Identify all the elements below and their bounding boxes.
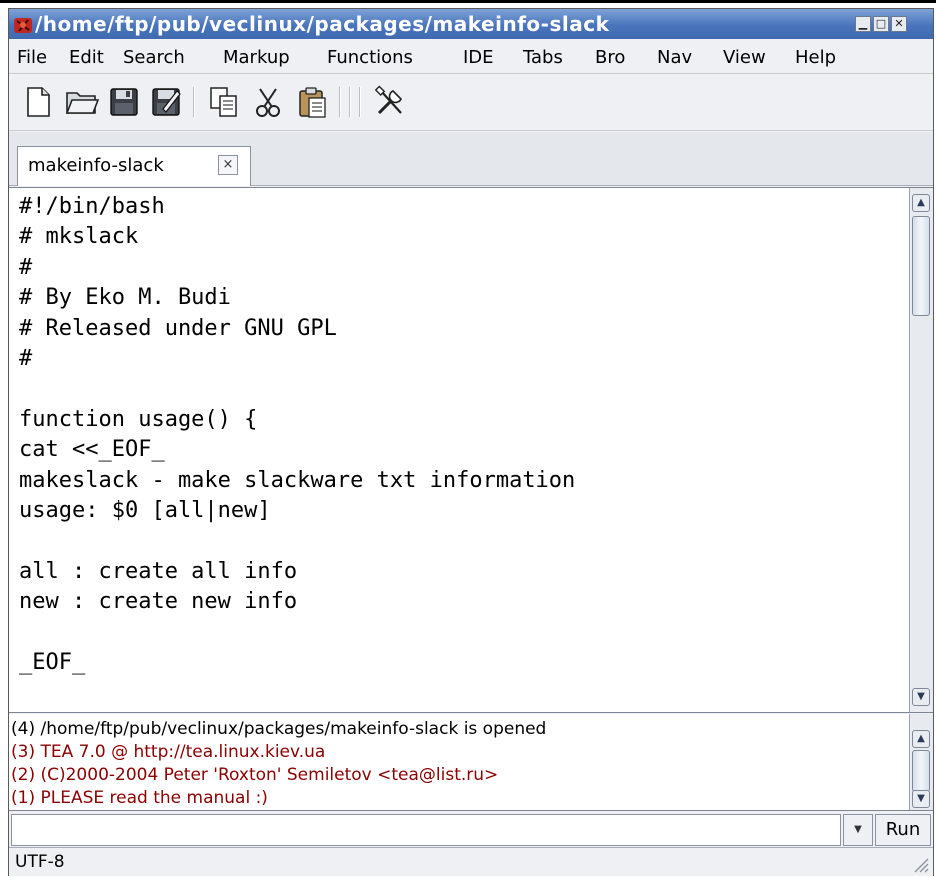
editor-scroll-thumb[interactable]	[912, 216, 930, 316]
resize-grip-icon[interactable]	[911, 855, 929, 873]
log-scroll-up-button[interactable]: ▲	[912, 730, 930, 748]
code-line: cat <<_EOF_	[19, 437, 165, 463]
code-editor[interactable]: #!/bin/bash # mkslack # # By Eko M. Budi…	[9, 187, 933, 713]
editor-scrollbar[interactable]: ▲ ▼	[909, 188, 933, 712]
code-line: # Released under GNU GPL	[19, 315, 337, 341]
code-line: function usage() {	[19, 406, 258, 432]
menu-markup[interactable]: Markup	[223, 47, 290, 68]
menu-edit[interactable]: Edit	[69, 47, 104, 68]
editor-text[interactable]: #!/bin/bash # mkslack # # By Eko M. Budi…	[19, 192, 899, 710]
copy-icon[interactable]	[207, 85, 241, 119]
toolbar-separator	[339, 87, 341, 117]
log-line: (3) TEA 7.0 @ http://tea.linux.kiev.ua	[11, 742, 326, 762]
code-line: #	[19, 345, 33, 371]
code-line: makeslack - make slackware txt informati…	[19, 467, 576, 493]
menu-bro[interactable]: Bro	[595, 47, 625, 68]
log-lines: (4) /home/ftp/pub/veclinux/packages/make…	[11, 718, 901, 808]
tea-editor-window: /home/ftp/pub/veclinux/packages/makeinfo…	[8, 8, 934, 876]
command-row: ▼ Run	[9, 812, 933, 848]
menu-view[interactable]: View	[723, 47, 766, 68]
open-folder-icon[interactable]	[65, 85, 99, 119]
log-scroll-down-button[interactable]: ▼	[912, 790, 930, 808]
paste-icon[interactable]	[295, 85, 329, 119]
tools-icon[interactable]	[373, 85, 407, 119]
toolbar-separator	[359, 87, 361, 117]
tab-label: makeinfo-slack	[28, 155, 164, 176]
code-line: _EOF_	[19, 649, 86, 675]
minimize-button[interactable]: ▁	[855, 16, 871, 32]
tab-bar: makeinfo-slack ×	[9, 132, 933, 186]
encoding-status: UTF-8	[15, 852, 65, 872]
save-as-icon[interactable]	[149, 85, 183, 119]
tab-makeinfo-slack[interactable]: makeinfo-slack ×	[17, 146, 251, 186]
status-bar: UTF-8	[9, 849, 933, 876]
code-line: # By Eko M. Budi	[19, 285, 231, 311]
command-history-dropdown[interactable]: ▼	[843, 814, 873, 846]
cut-icon[interactable]	[251, 85, 285, 119]
screen-top-edge	[0, 0, 936, 6]
menu-ide[interactable]: IDE	[463, 47, 494, 68]
code-line: new : create new info	[19, 589, 298, 615]
code-line: # mkslack	[19, 224, 139, 250]
log-line: (2) (C)2000-2004 Peter 'Roxton' Semileto…	[11, 765, 499, 785]
code-line: #!/bin/bash	[19, 194, 165, 219]
message-log[interactable]: (4) /home/ftp/pub/veclinux/packages/make…	[9, 714, 933, 811]
editor-scroll-down-button[interactable]: ▼	[912, 688, 930, 706]
run-button[interactable]: Run	[875, 814, 931, 846]
tea-app-icon[interactable]	[13, 15, 33, 35]
window-title: /home/ftp/pub/veclinux/packages/makeinfo…	[35, 12, 610, 36]
menu-tabs[interactable]: Tabs	[523, 47, 563, 68]
new-file-icon[interactable]	[21, 85, 55, 119]
toolbar-separator	[349, 87, 351, 117]
menu-search[interactable]: Search	[123, 47, 185, 68]
maximize-button[interactable]: □	[873, 16, 889, 32]
log-scrollbar[interactable]: ▲ ▼	[909, 714, 933, 810]
code-line: all : create all info	[19, 558, 298, 584]
toolbar-separator	[193, 87, 195, 117]
save-icon[interactable]	[107, 85, 141, 119]
command-input[interactable]	[11, 814, 841, 846]
toolbar	[9, 75, 933, 131]
menu-help[interactable]: Help	[795, 47, 836, 68]
menubar: File Edit Search Markup Functions IDE Ta…	[9, 40, 933, 74]
code-line: usage: $0 [all|new]	[19, 497, 271, 523]
log-line: (1) PLEASE read the manual :)	[11, 788, 268, 808]
menu-functions[interactable]: Functions	[327, 47, 413, 68]
title-bar[interactable]: /home/ftp/pub/veclinux/packages/makeinfo…	[9, 9, 933, 39]
menu-file[interactable]: File	[17, 47, 47, 68]
log-scroll-thumb[interactable]	[912, 750, 930, 792]
close-window-button[interactable]: ✕	[891, 16, 907, 32]
code-line: #	[19, 254, 33, 280]
menu-nav[interactable]: Nav	[657, 47, 692, 68]
log-line: (4) /home/ftp/pub/veclinux/packages/make…	[11, 719, 547, 739]
editor-scroll-up-button[interactable]: ▲	[912, 194, 930, 212]
tab-close-button[interactable]: ×	[218, 155, 238, 175]
